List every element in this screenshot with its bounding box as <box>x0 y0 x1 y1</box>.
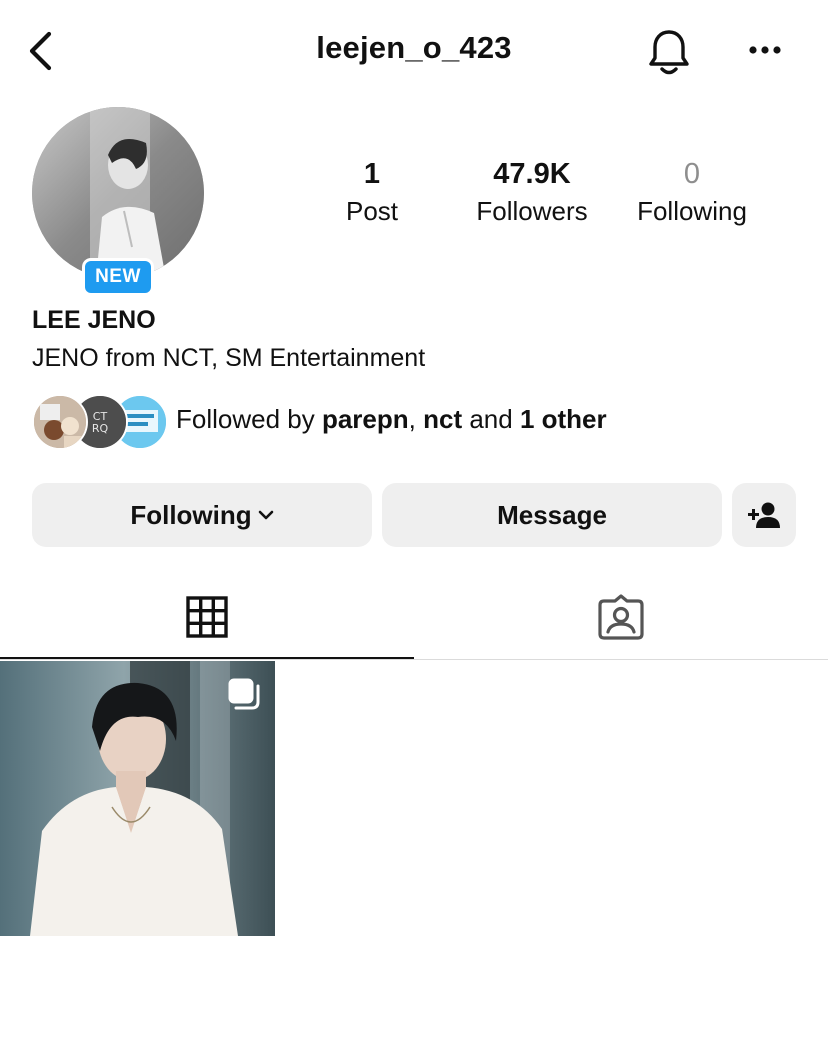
profile-bio: JENO from NCT, SM Entertainment <box>32 344 426 372</box>
suggested-users-button[interactable] <box>732 483 796 547</box>
profile-full-name: LEE JENO <box>32 306 156 334</box>
notifications-button[interactable] <box>644 26 694 78</box>
mutual-followers-text: Followed by parepn, nct and 1 other <box>176 404 607 435</box>
profile-username: leejen_o_423 <box>316 30 512 65</box>
following-button-label: Following <box>130 499 252 530</box>
grid-icon <box>186 596 228 638</box>
posts-label: Post <box>345 196 399 226</box>
followers-stat[interactable]: 47.9K Followers <box>462 156 602 230</box>
mutual-followers[interactable]: CT RQ Followed by parepn, nct and 1 othe… <box>32 394 772 450</box>
profile-avatar[interactable]: NEW <box>32 107 204 296</box>
posts-count: 1 <box>363 158 381 190</box>
mutual-and: and <box>462 404 520 434</box>
tab-posts-grid[interactable] <box>0 575 414 659</box>
more-horizontal-icon <box>749 46 781 54</box>
post-thumbnail[interactable] <box>0 661 275 936</box>
mutual-separator: , <box>408 404 424 434</box>
message-button[interactable]: Message <box>382 483 722 547</box>
mutual-avatar-1 <box>32 394 88 450</box>
avatar-photo <box>32 107 204 279</box>
profile-tabs <box>0 575 828 660</box>
followers-count: 47.9K <box>493 158 571 190</box>
message-button-label: Message <box>497 499 607 530</box>
active-tab-indicator <box>0 657 414 659</box>
mutual-user-1[interactable]: parepn <box>322 404 409 434</box>
more-options-button[interactable] <box>740 30 790 70</box>
new-badge: NEW <box>82 258 154 296</box>
avatar <box>32 107 204 279</box>
following-button[interactable]: Following <box>32 483 372 547</box>
top-bar: leejen_o_423 <box>0 0 828 100</box>
multiple-photos-icon <box>228 678 260 710</box>
bell-icon <box>649 30 689 75</box>
following-count: 0 <box>683 158 701 190</box>
mutual-others[interactable]: 1 other <box>520 404 607 434</box>
add-person-icon <box>748 502 780 528</box>
tab-tagged[interactable] <box>414 575 828 659</box>
tagged-person-icon <box>598 594 644 640</box>
following-stat[interactable]: 0 Following <box>622 156 762 230</box>
mutual-prefix: Followed by <box>176 404 322 434</box>
new-badge-label: NEW <box>85 261 151 293</box>
followers-label: Followers <box>476 196 588 226</box>
svg-text:RQ: RQ <box>92 422 109 435</box>
posts-stat[interactable]: 1 Post <box>322 156 422 230</box>
mutual-user-2[interactable]: nct <box>423 404 462 434</box>
chevron-down-icon <box>258 510 274 520</box>
following-label: Following <box>637 196 747 226</box>
